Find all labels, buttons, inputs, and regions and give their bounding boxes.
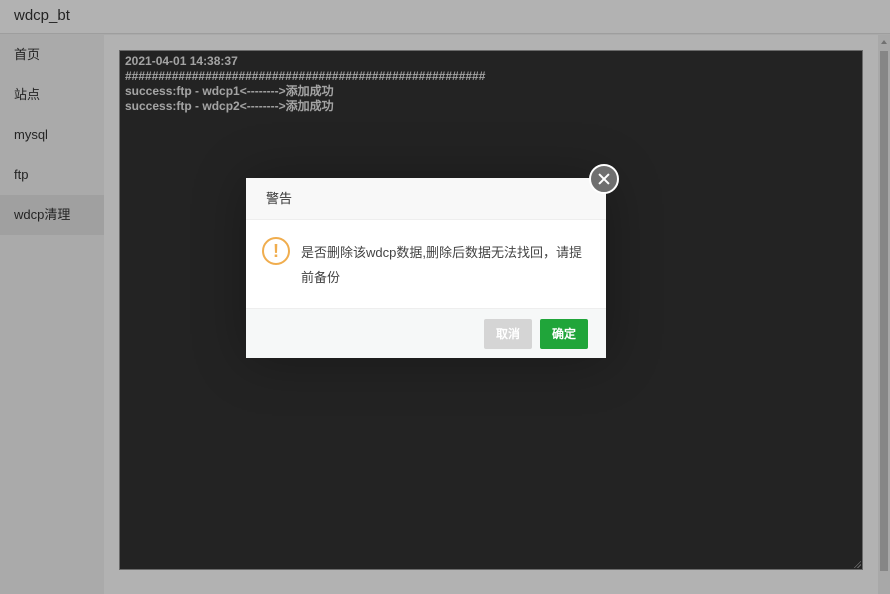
confirm-button[interactable]: 确定	[540, 319, 589, 349]
dialog-footer: 取消 确定	[246, 308, 606, 358]
dialog-message: 是否删除该wdcp数据,删除后数据无法找回，请提前备份	[301, 245, 582, 285]
warning-icon: !	[262, 237, 290, 265]
dialog-title: 警告	[246, 178, 606, 220]
close-icon[interactable]	[589, 164, 619, 194]
warning-dialog: 警告 ! 是否删除该wdcp数据,删除后数据无法找回，请提前备份 取消 确定	[246, 178, 606, 358]
dialog-body: ! 是否删除该wdcp数据,删除后数据无法找回，请提前备份	[246, 220, 606, 308]
cancel-button[interactable]: 取消	[484, 319, 533, 349]
